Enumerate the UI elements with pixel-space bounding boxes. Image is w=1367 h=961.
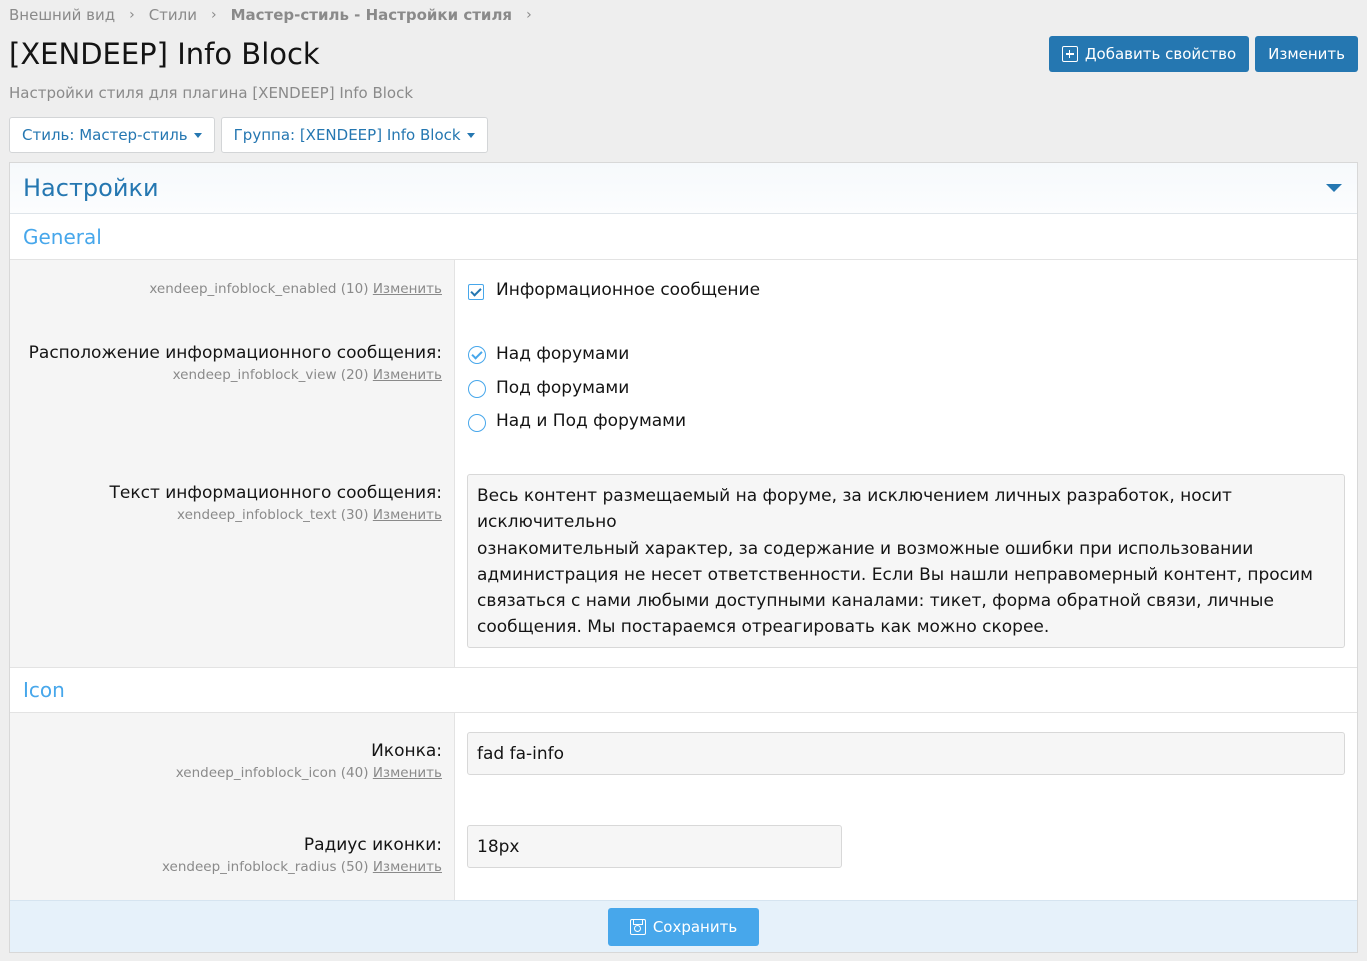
save-button[interactable]: Сохранить: [608, 907, 759, 946]
field-key-icon: xendeep_infoblock_icon (40): [175, 765, 369, 781]
label-column: Иконка: xendeep_infoblock_icon (40) Изме…: [10, 713, 455, 900]
group-header-icon: Icon: [10, 667, 1357, 713]
group-header-general: General: [10, 214, 1357, 260]
edit-link-text[interactable]: Изменить: [373, 507, 442, 523]
page-description: Настройки стиля для плагина [XENDEEP] In…: [9, 84, 414, 102]
add-property-label: Добавить свойство: [1084, 45, 1237, 63]
settings-panel: Настройки General xendeep_infoblock_enab…: [9, 162, 1358, 953]
breadcrumb-item-master-style[interactable]: Мастер-стиль - Настройки стиля: [231, 6, 512, 24]
group-filter-dropdown[interactable]: Группа: [XENDEEP] Info Block: [220, 117, 488, 153]
edit-link-radius[interactable]: Изменить: [373, 859, 442, 875]
form-footer: Сохранить: [10, 900, 1357, 952]
save-icon: [629, 918, 646, 935]
breadcrumb: Внешний вид › Стили › Мастер-стиль - Нас…: [9, 6, 546, 24]
panel-header[interactable]: Настройки: [10, 163, 1357, 214]
field-label-icon: Иконка: xendeep_infoblock_icon (40) Изме…: [176, 741, 442, 781]
field-title-icon: Иконка:: [371, 741, 442, 761]
field-title-radius: Радиус иконки:: [303, 835, 442, 855]
enabled-checkbox[interactable]: [468, 284, 484, 300]
textarea-line: Весь контент размещаемый на форуме, за и…: [477, 486, 1232, 533]
page-title: [XENDEEP] Info Block: [9, 37, 320, 71]
icon-input[interactable]: fad fa-info: [467, 732, 1345, 775]
field-label-radius: Радиус иконки: xendeep_infoblock_radius …: [162, 835, 442, 875]
group-filter-label: Группа: [XENDEEP] Info Block: [233, 126, 461, 144]
chevron-right-icon: ›: [526, 7, 532, 23]
edit-link-view[interactable]: Изменить: [373, 367, 442, 383]
icon-rows: Иконка: xendeep_infoblock_icon (40) Изме…: [10, 713, 1357, 900]
enabled-checkbox-label[interactable]: Информационное сообщение: [496, 280, 760, 300]
field-label-view: Расположение информационного сообщения: …: [29, 343, 442, 383]
edit-link-icon[interactable]: Изменить: [373, 765, 442, 781]
radio-label-above-forums[interactable]: Над форумами: [496, 344, 629, 364]
icon-radius-input[interactable]: 18px: [467, 825, 842, 868]
add-property-button[interactable]: Добавить свойство: [1048, 36, 1250, 72]
filters: Стиль: Мастер-стиль Группа: [XENDEEP] In…: [9, 117, 488, 153]
chevron-right-icon: ›: [129, 7, 135, 23]
info-text-textarea[interactable]: Весь контент размещаемый на форуме, за и…: [467, 474, 1345, 648]
caret-down-icon: [466, 132, 475, 138]
general-rows: xendeep_infoblock_enabled (10) Изменить …: [10, 260, 1357, 667]
chevron-right-icon: ›: [211, 7, 217, 23]
caret-down-icon: [193, 132, 202, 138]
field-title-text: Текст информационного сообщения:: [109, 483, 442, 503]
radio-label-below-forums[interactable]: Под форумами: [496, 378, 629, 398]
edit-link-enabled[interactable]: Изменить: [373, 281, 442, 297]
breadcrumb-item-styles[interactable]: Стили: [149, 6, 197, 24]
field-key-text: xendeep_infoblock_text (30): [177, 507, 369, 523]
textarea-line: связаться с нами любыми доступными канал…: [477, 591, 1274, 612]
radio-below-forums[interactable]: [468, 380, 486, 398]
breadcrumb-item-appearance[interactable]: Внешний вид: [9, 6, 115, 24]
field-key-enabled: xendeep_infoblock_enabled (10): [149, 281, 369, 297]
field-title-view: Расположение информационного сообщения:: [28, 343, 442, 363]
radio-label-above-and-below-forums[interactable]: Над и Под форумами: [496, 411, 686, 431]
plus-square-icon: [1061, 46, 1078, 62]
radio-above-forums[interactable]: [468, 346, 486, 364]
input-column: Информационное сообщение Над форумами По…: [455, 260, 1357, 667]
collapse-caret-icon[interactable]: [1326, 184, 1342, 192]
field-key-radius: xendeep_infoblock_radius (50): [161, 859, 369, 875]
style-filter-dropdown[interactable]: Стиль: Мастер-стиль: [9, 117, 215, 153]
textarea-line: сообщения. Мы постараемся отреагировать …: [477, 617, 1050, 638]
edit-button[interactable]: Изменить: [1255, 36, 1358, 72]
panel-title: Настройки: [23, 174, 159, 202]
textarea-line: ознакомительный характер, за содержание …: [477, 538, 1254, 559]
input-column: fad fa-info 18px: [455, 713, 1357, 900]
style-filter-label: Стиль: Мастер-стиль: [22, 126, 188, 144]
edit-label: Изменить: [1268, 45, 1345, 63]
field-label-enabled: xendeep_infoblock_enabled (10) Изменить: [149, 281, 442, 297]
textarea-line: администрация не несет ответственности. …: [477, 564, 1313, 585]
field-key-view: xendeep_infoblock_view (20): [172, 367, 369, 383]
save-label: Сохранить: [652, 917, 738, 936]
label-column: xendeep_infoblock_enabled (10) Изменить …: [10, 260, 455, 667]
field-label-text: Текст информационного сообщения: xendeep…: [109, 483, 442, 523]
radio-above-and-below-forums[interactable]: [468, 414, 486, 432]
page-actions: Добавить свойство Изменить: [1048, 36, 1358, 72]
